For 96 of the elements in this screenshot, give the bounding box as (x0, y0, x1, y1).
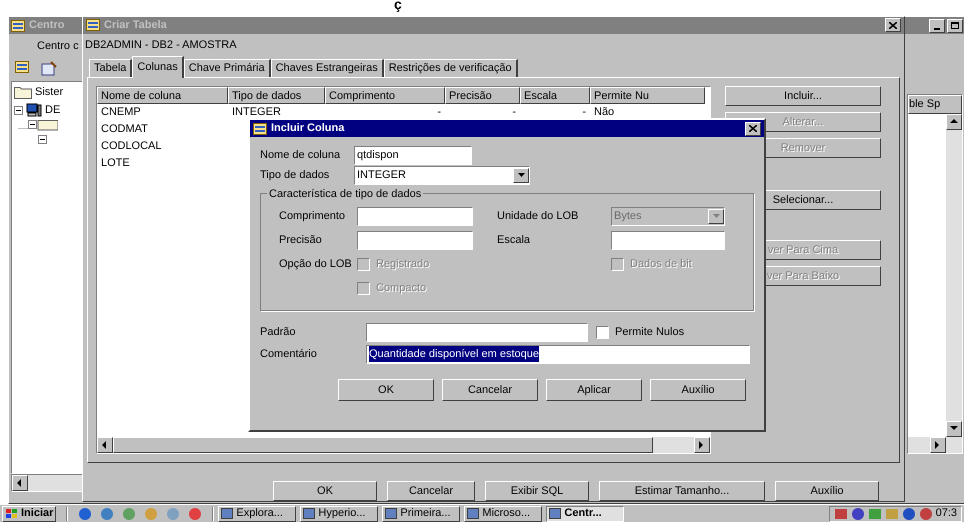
checkbox-label: Dados de bit (630, 256, 692, 272)
tree-item[interactable]: Sister (14, 84, 82, 100)
table-cell-text: - (437, 105, 441, 120)
taskbar-button[interactable]: Primeira... (382, 506, 460, 522)
app-icon (15, 60, 29, 72)
toolbar-icon[interactable] (41, 60, 57, 76)
status-text: Centro c (36, 39, 80, 54)
close-button[interactable] (885, 18, 901, 32)
button[interactable]: Cancelar (442, 379, 538, 401)
field-label: Nome de coluna (260, 148, 342, 163)
field-label: Comentário (260, 346, 318, 362)
table-cell-text: Não (594, 105, 614, 120)
tray-icon[interactable] (850, 506, 865, 520)
table-cell-text: - (512, 105, 516, 120)
tray-icon[interactable] (884, 506, 899, 520)
quick-launch-icon[interactable] (78, 506, 92, 520)
button[interactable]: Auxílio (775, 481, 879, 501)
window-title: Centro (29, 18, 64, 34)
button[interactable]: Incluir... (725, 86, 881, 106)
field-label: Opção do LOB (279, 256, 353, 272)
taskbar-button[interactable]: Centr... (546, 506, 624, 522)
quick-launch-icon[interactable] (188, 506, 202, 520)
column-header[interactable]: Escala (520, 87, 590, 104)
subtitle: DB2ADMIN - DB2 - AMOSTRA (84, 38, 237, 53)
button[interactable]: Cancelar (387, 481, 475, 501)
app-icon (253, 122, 267, 134)
button[interactable]: Exibir SQL (485, 481, 589, 501)
caret-icon (712, 214, 720, 218)
tab[interactable]: Chave Primária (184, 59, 271, 78)
window-title: Criar Tabela (104, 18, 167, 34)
column-header[interactable]: Nome de coluna (97, 87, 228, 104)
heading-fragment: ç (394, 0, 402, 14)
tab[interactable]: Restrições de verificação (384, 59, 518, 78)
field-label: Tipo de dados (260, 168, 330, 183)
start-button[interactable]: Iniciar (2, 506, 56, 522)
button[interactable]: Estimar Tamanho... (599, 481, 765, 501)
quick-launch-icon[interactable] (100, 506, 114, 520)
input-field[interactable]: qtdispon (354, 146, 472, 164)
field-label: Padrão (260, 324, 296, 340)
folder-icon (14, 84, 32, 99)
column-header[interactable]: Comprimento (325, 87, 445, 104)
table-cell-text: LOTE (101, 156, 130, 172)
tray-icon[interactable] (918, 506, 933, 520)
tray-icon[interactable] (868, 506, 882, 520)
input-field[interactable] (366, 322, 588, 342)
close-icon (889, 22, 897, 29)
input-field[interactable] (357, 230, 473, 250)
table-cell-text: CNEMP (101, 105, 141, 120)
button[interactable]: OK (338, 379, 434, 401)
tab[interactable]: Tabela (89, 59, 132, 78)
tray-icon[interactable] (902, 506, 916, 520)
field-label: Precisão (279, 232, 323, 248)
field-value: qtdispon (357, 148, 399, 163)
taskbar-button[interactable]: Hyperio... (300, 506, 378, 522)
taskbar-button[interactable]: Explora... (218, 506, 296, 522)
app-icon (86, 19, 100, 32)
table-cell-text: CODLOCAL (101, 139, 162, 154)
computer-icon (26, 103, 42, 118)
group-title: Característica de tipo de dados (267, 186, 424, 202)
column-header[interactable]: Precisão (445, 87, 520, 104)
field-label: Comprimento (279, 208, 346, 224)
tab[interactable]: Colunas (132, 56, 184, 78)
tray-icon[interactable] (834, 506, 848, 520)
taskbar-button[interactable]: Microso... (464, 506, 542, 522)
checkbox-label: Compacto (376, 280, 426, 296)
button[interactable]: OK (273, 481, 377, 501)
button[interactable]: Auxílio (650, 379, 746, 401)
tree-item[interactable]: DE (14, 102, 82, 118)
checkbox[interactable] (596, 326, 609, 338)
close-button[interactable] (745, 122, 761, 136)
column-header: ble Sp (908, 95, 962, 114)
checkbox-label: Registrado (376, 256, 430, 272)
maximize-button[interactable] (947, 18, 963, 32)
close-icon (749, 125, 757, 132)
input-field[interactable] (611, 230, 725, 250)
field-value: Quantidade disponível em estoque (369, 346, 540, 362)
table-cell-text: INTEGER (232, 105, 281, 120)
table-cell-text: CODMAT (101, 122, 148, 138)
window-title: Incluir Coluna (271, 121, 344, 136)
column-header[interactable]: Permite Nu (590, 87, 705, 104)
dropdown[interactable]: INTEGER (354, 166, 530, 184)
field-label: Escala (497, 232, 532, 248)
windows-logo-icon (5, 508, 19, 520)
column-header[interactable]: Tipo de dados (228, 87, 325, 104)
minimize-button[interactable] (929, 18, 945, 32)
checkbox-label: Permite Nulos (615, 324, 684, 340)
caret-icon (518, 173, 524, 177)
field-label: Unidade do LOB (497, 208, 580, 224)
app-icon (11, 20, 25, 32)
clock: 07:3 (936, 506, 957, 522)
input-field[interactable] (357, 206, 473, 226)
collapse-icon[interactable] (14, 106, 23, 115)
button[interactable]: Aplicar (546, 379, 642, 401)
tab[interactable]: Chaves Estrangeiras (270, 59, 384, 78)
input-field[interactable]: Quantidade disponível em estoque (366, 344, 750, 364)
table-cell-text: - (582, 105, 586, 120)
